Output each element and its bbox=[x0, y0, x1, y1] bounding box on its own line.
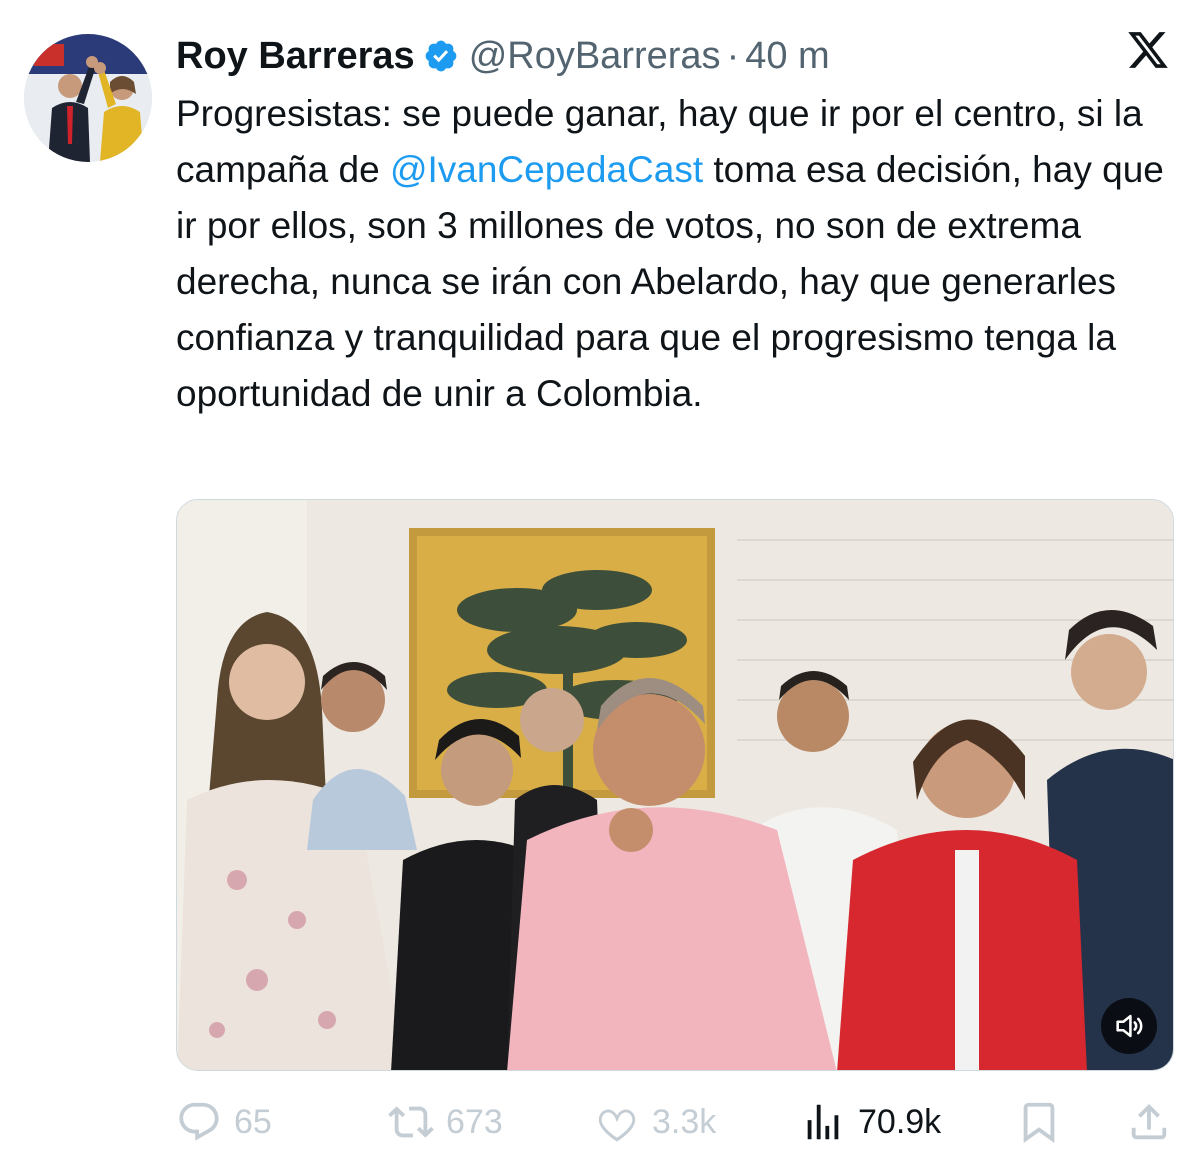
video-frame bbox=[177, 500, 1173, 1070]
tweet-actions: 65 673 3.3k 70.9k bbox=[176, 1092, 1176, 1152]
like-count: 3.3k bbox=[652, 1102, 717, 1141]
share-icon bbox=[1131, 1103, 1167, 1140]
bookmark-icon bbox=[1023, 1102, 1055, 1143]
like-button[interactable]: 3.3k bbox=[594, 1092, 716, 1152]
author-handle[interactable]: @RoyBarreras bbox=[469, 35, 721, 78]
avatar-image bbox=[24, 34, 152, 162]
reply-icon bbox=[179, 1102, 219, 1141]
views-count: 70.9k bbox=[858, 1102, 942, 1141]
views-icon bbox=[807, 1104, 839, 1140]
reply-button[interactable]: 65 bbox=[176, 1092, 272, 1152]
author-name[interactable]: Roy Barreras bbox=[176, 35, 415, 78]
like-icon bbox=[598, 1109, 636, 1142]
repost-count: 673 bbox=[446, 1102, 503, 1141]
bookmark-button[interactable] bbox=[1016, 1092, 1074, 1152]
speaker-icon bbox=[1116, 1014, 1143, 1038]
repost-button[interactable]: 673 bbox=[388, 1092, 503, 1152]
mention-link[interactable]: @IvanCepedaCast bbox=[390, 149, 703, 190]
x-logo-icon[interactable] bbox=[1126, 28, 1170, 72]
reply-count: 65 bbox=[234, 1102, 272, 1141]
views-button[interactable]: 70.9k bbox=[800, 1092, 941, 1152]
share-button[interactable] bbox=[1126, 1092, 1184, 1152]
tweet-video[interactable] bbox=[176, 499, 1174, 1071]
tweet-text: Progresistas: se puede ganar, hay que ir… bbox=[176, 86, 1176, 422]
tweet-header: Roy Barreras @RoyBarreras · 40 m bbox=[176, 28, 830, 84]
separator-dot: · bbox=[726, 34, 740, 77]
mute-button[interactable] bbox=[1101, 998, 1157, 1054]
tweet-time[interactable]: 40 m bbox=[745, 35, 829, 78]
author-avatar[interactable] bbox=[24, 34, 152, 162]
verified-badge-icon bbox=[425, 40, 457, 72]
repost-icon bbox=[388, 1106, 434, 1138]
